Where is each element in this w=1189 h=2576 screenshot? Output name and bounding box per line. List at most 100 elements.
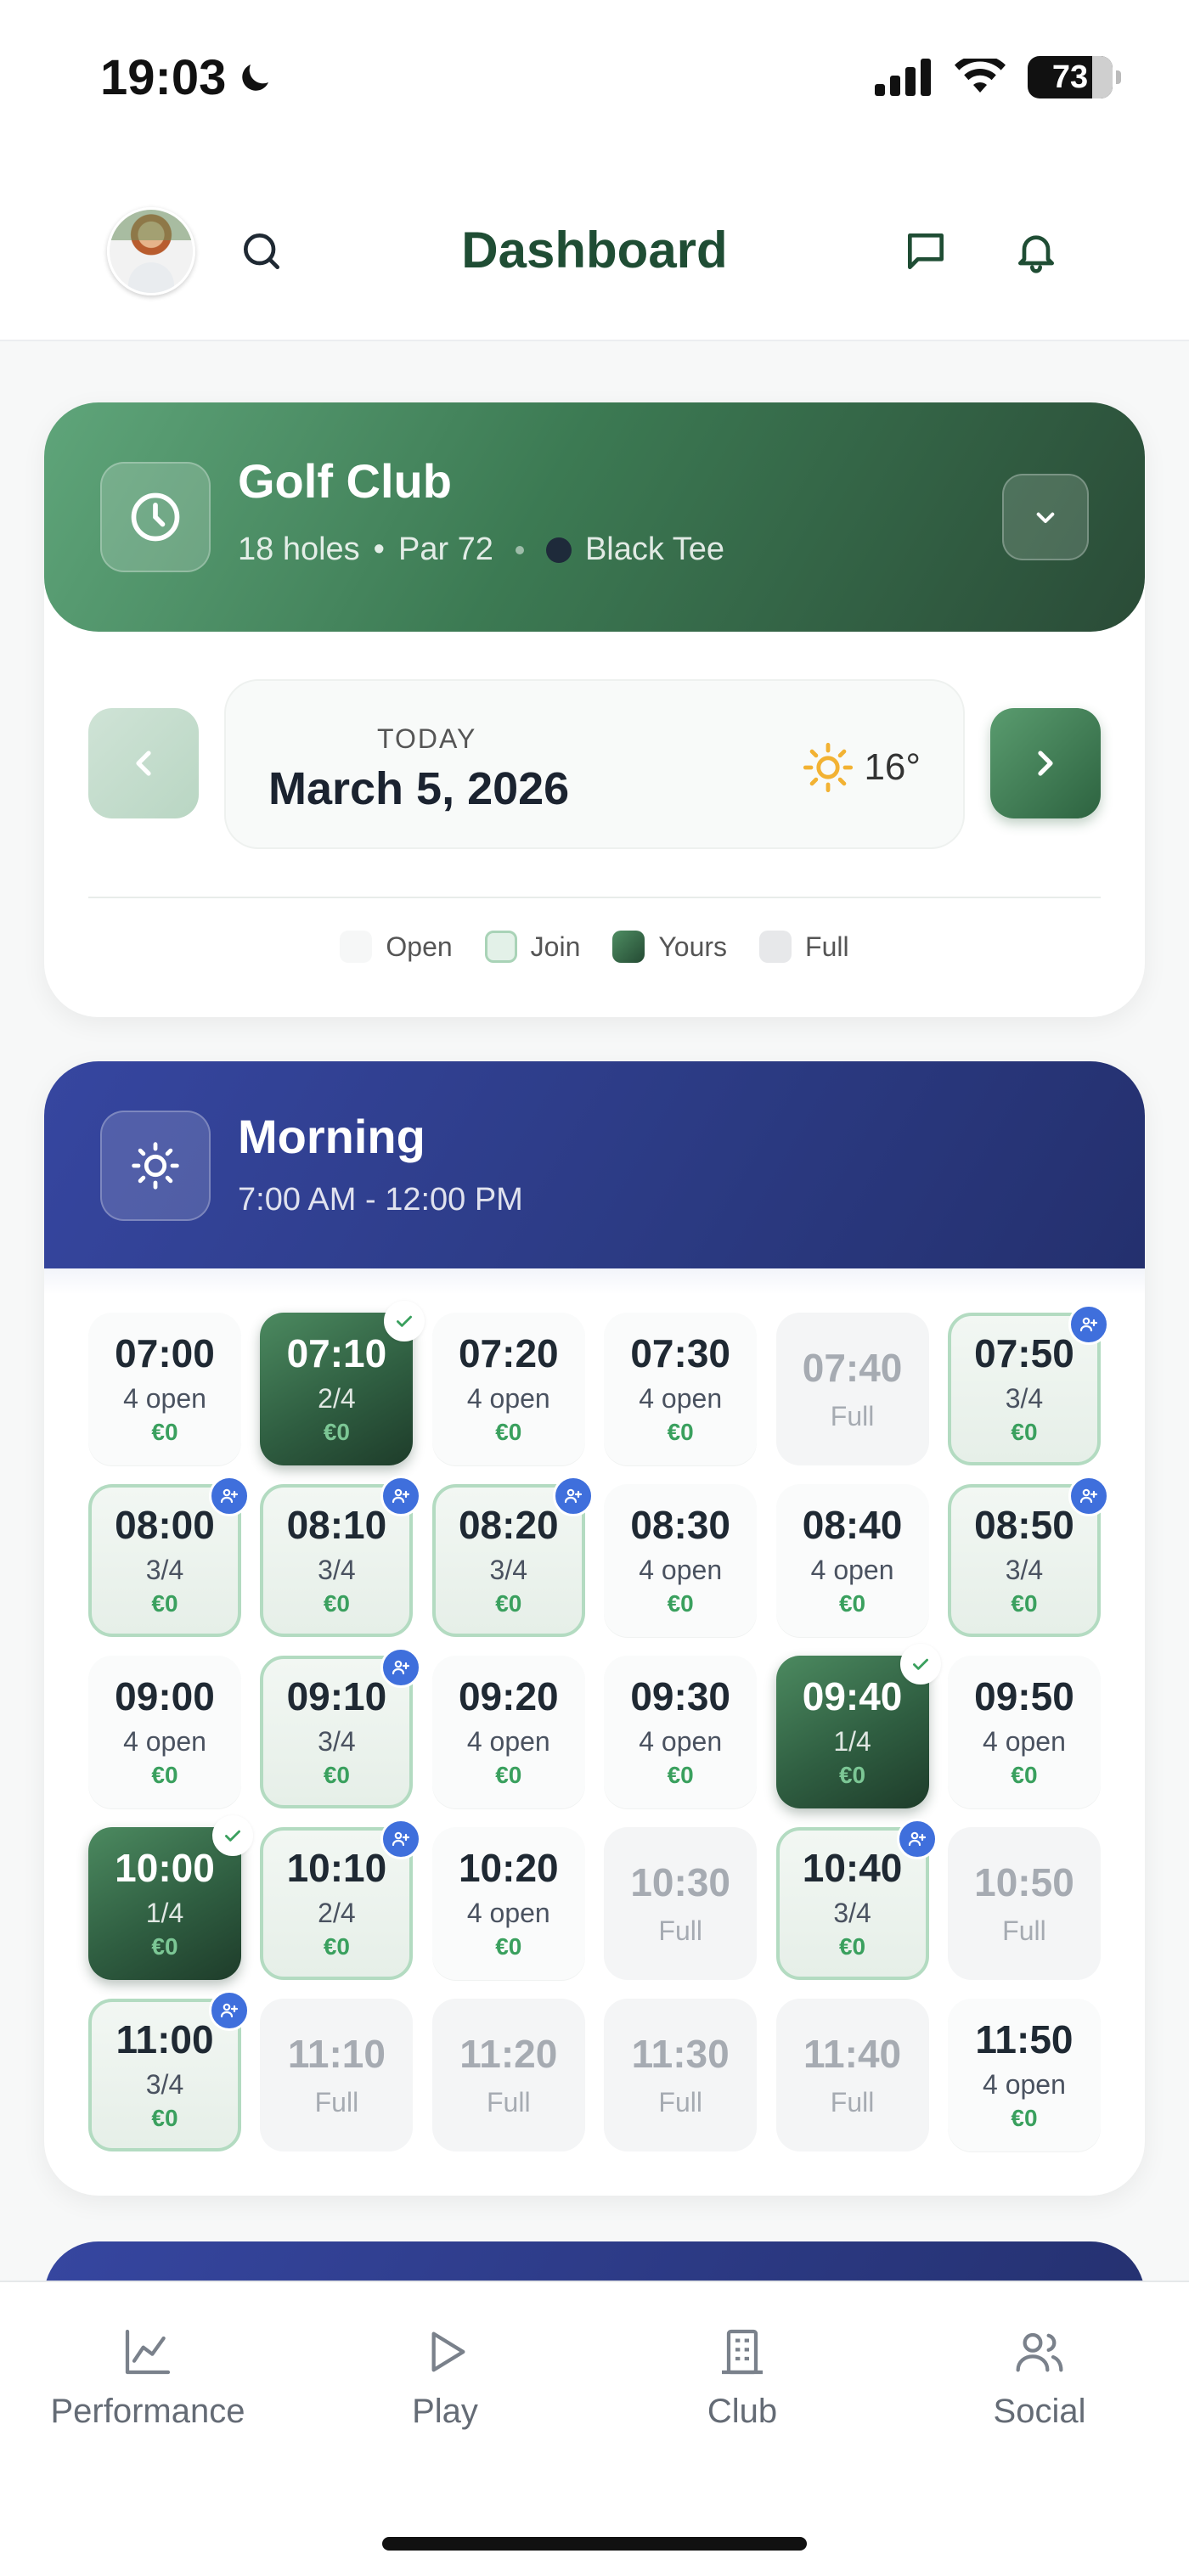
legend-yours: Yours (612, 931, 727, 963)
tee-time-slot[interactable]: 09:10 3/4 €0 (260, 1647, 422, 1808)
slot-time: 10:30 (630, 1860, 730, 1904)
tee-color-dot (545, 537, 572, 563)
slot-availability: 1/4 (145, 1898, 184, 1928)
slot-time: 07:50 (974, 1331, 1074, 1375)
tee-time-slot[interactable]: 10:00 1/4 €0 (88, 1815, 253, 1980)
slot-availability: 2/4 (318, 1898, 356, 1928)
slot-price: €0 (151, 1933, 178, 1960)
tee-time-slot: 10:30 Full (604, 1827, 758, 1980)
slot-price: €0 (151, 2105, 178, 2131)
slot-price: €0 (151, 1590, 178, 1617)
tee-time-slot[interactable]: 07:10 2/4 €0 (260, 1301, 425, 1465)
tab-play-label: Play (412, 2393, 478, 2430)
check-icon (899, 1644, 941, 1685)
chart-line-icon (125, 2329, 171, 2375)
legend-open-label: Open (386, 931, 453, 962)
course-tee: Black Tee (584, 532, 725, 567)
battery-level: 73 (1051, 59, 1089, 95)
join-user-icon (380, 1819, 422, 1859)
tee-time-slot[interactable]: 10:10 2/4 €0 (260, 1819, 422, 1980)
tee-time-slot[interactable]: 07:00 4 open €0 (88, 1313, 241, 1465)
message-icon[interactable] (902, 228, 950, 275)
tee-time-slot[interactable]: 08:50 3/4 €0 (947, 1476, 1109, 1637)
tee-time-slot: 10:50 Full (947, 1827, 1101, 1980)
slot-availability: 3/4 (145, 2069, 184, 2100)
tee-time-slot[interactable]: 08:30 4 open €0 (604, 1484, 758, 1637)
tee-time-slot[interactable]: 09:00 4 open €0 (88, 1656, 241, 1808)
slot-time: 07:00 (115, 1331, 215, 1375)
slot-time: 10:10 (286, 1846, 387, 1890)
tab-performance-label: Performance (50, 2393, 245, 2430)
tab-performance[interactable]: Performance (20, 2325, 275, 2431)
tee-time-slot: 11:20 Full (431, 1999, 585, 2151)
slot-price: €0 (495, 1933, 522, 1960)
join-user-icon (209, 1990, 250, 2031)
tee-time-slot[interactable]: 10:20 4 open €0 (431, 1827, 585, 1980)
course-dropdown-button[interactable] (1002, 474, 1089, 560)
slot-time: 08:30 (630, 1503, 730, 1547)
tee-time-slot[interactable]: 09:30 4 open €0 (604, 1656, 758, 1808)
tee-time-slot[interactable]: 11:50 4 open €0 (947, 1999, 1101, 2151)
morning-time-range: 7:00 AM - 12:00 PM (238, 1182, 523, 1218)
bottom-tab-bar: Performance Play Club Social (0, 2281, 1189, 2576)
course-name: Golf Club (238, 454, 452, 508)
slot-time: 08:10 (286, 1503, 387, 1547)
bell-icon[interactable] (1012, 228, 1060, 275)
slot-availability: Full (487, 2087, 531, 2118)
chevron-right-icon (1038, 751, 1053, 776)
slot-availability: 3/4 (318, 1555, 356, 1585)
slot-time: 10:50 (974, 1860, 1074, 1904)
slot-price: €0 (838, 1590, 866, 1617)
slot-availability: Full (1002, 1915, 1046, 1946)
tee-time-slot[interactable]: 07:50 3/4 €0 (947, 1304, 1109, 1465)
course-info-bullet: • (373, 532, 385, 567)
slot-availability: 4 open (810, 1555, 894, 1585)
slot-time: 07:10 (286, 1331, 387, 1375)
date-selector[interactable]: TODAY March 5, 2026 16° (224, 679, 965, 849)
signal-icon (875, 59, 931, 96)
tab-play[interactable]: Play (318, 2325, 572, 2431)
tee-time-slot[interactable]: 10:40 3/4 €0 (775, 1819, 938, 1980)
tee-time-slot[interactable]: 08:00 3/4 €0 (88, 1476, 250, 1637)
tee-time-slot[interactable]: 08:10 3/4 €0 (260, 1476, 422, 1637)
slot-availability: 3/4 (833, 1898, 871, 1928)
tee-time-slot[interactable]: 08:20 3/4 €0 (431, 1476, 594, 1637)
slot-availability: 4 open (123, 1383, 206, 1414)
slot-time: 10:40 (802, 1846, 903, 1890)
slot-price: €0 (1011, 1419, 1038, 1445)
tee-time-slot[interactable]: 08:40 4 open €0 (775, 1484, 929, 1637)
join-user-icon (209, 1476, 250, 1516)
tee-time-slot[interactable]: 07:20 4 open €0 (431, 1313, 585, 1465)
status-icons: 73 (875, 56, 1121, 98)
tee-time-slot[interactable]: 09:50 4 open €0 (947, 1656, 1101, 1808)
legend-swatch-open (340, 931, 373, 963)
slot-availability: 2/4 (318, 1383, 356, 1414)
slot-availability: Full (830, 1401, 875, 1431)
slot-availability: 4 open (639, 1726, 723, 1757)
tee-time-slot[interactable]: 07:30 4 open €0 (604, 1313, 758, 1465)
tee-time-slot[interactable]: 09:20 4 open €0 (431, 1656, 585, 1808)
course-header[interactable]: Golf Club 18 holes • Par 72 Black Tee (44, 402, 1145, 632)
wifi-icon (955, 59, 1006, 93)
next-date-button[interactable] (990, 708, 1101, 818)
slot-time: 10:00 (115, 1846, 215, 1890)
slot-availability: 3/4 (489, 1555, 528, 1585)
status-time: 19:03 (100, 50, 227, 105)
legend-join-label: Join (530, 931, 581, 962)
slot-availability: 4 open (983, 2069, 1066, 2100)
legend-full-label: Full (805, 931, 849, 962)
tab-social[interactable]: Social (912, 2325, 1167, 2431)
tee-time-slot[interactable]: 11:00 3/4 €0 (88, 1990, 250, 2151)
tab-club[interactable]: Club (615, 2325, 870, 2431)
join-user-icon (896, 1819, 938, 1859)
join-user-icon (380, 1647, 422, 1688)
previous-date-button[interactable] (88, 708, 199, 818)
chevron-left-icon (136, 751, 151, 776)
morning-title: Morning (238, 1110, 425, 1163)
slot-price: €0 (323, 1590, 350, 1617)
legend: Open Join Yours Full (44, 931, 1145, 963)
legend-swatch-join (484, 931, 517, 963)
tee-time-slot[interactable]: 09:40 1/4 €0 (775, 1644, 941, 1808)
slot-price: €0 (1011, 2105, 1038, 2131)
status-bar: 19:03 73 (0, 0, 1189, 153)
